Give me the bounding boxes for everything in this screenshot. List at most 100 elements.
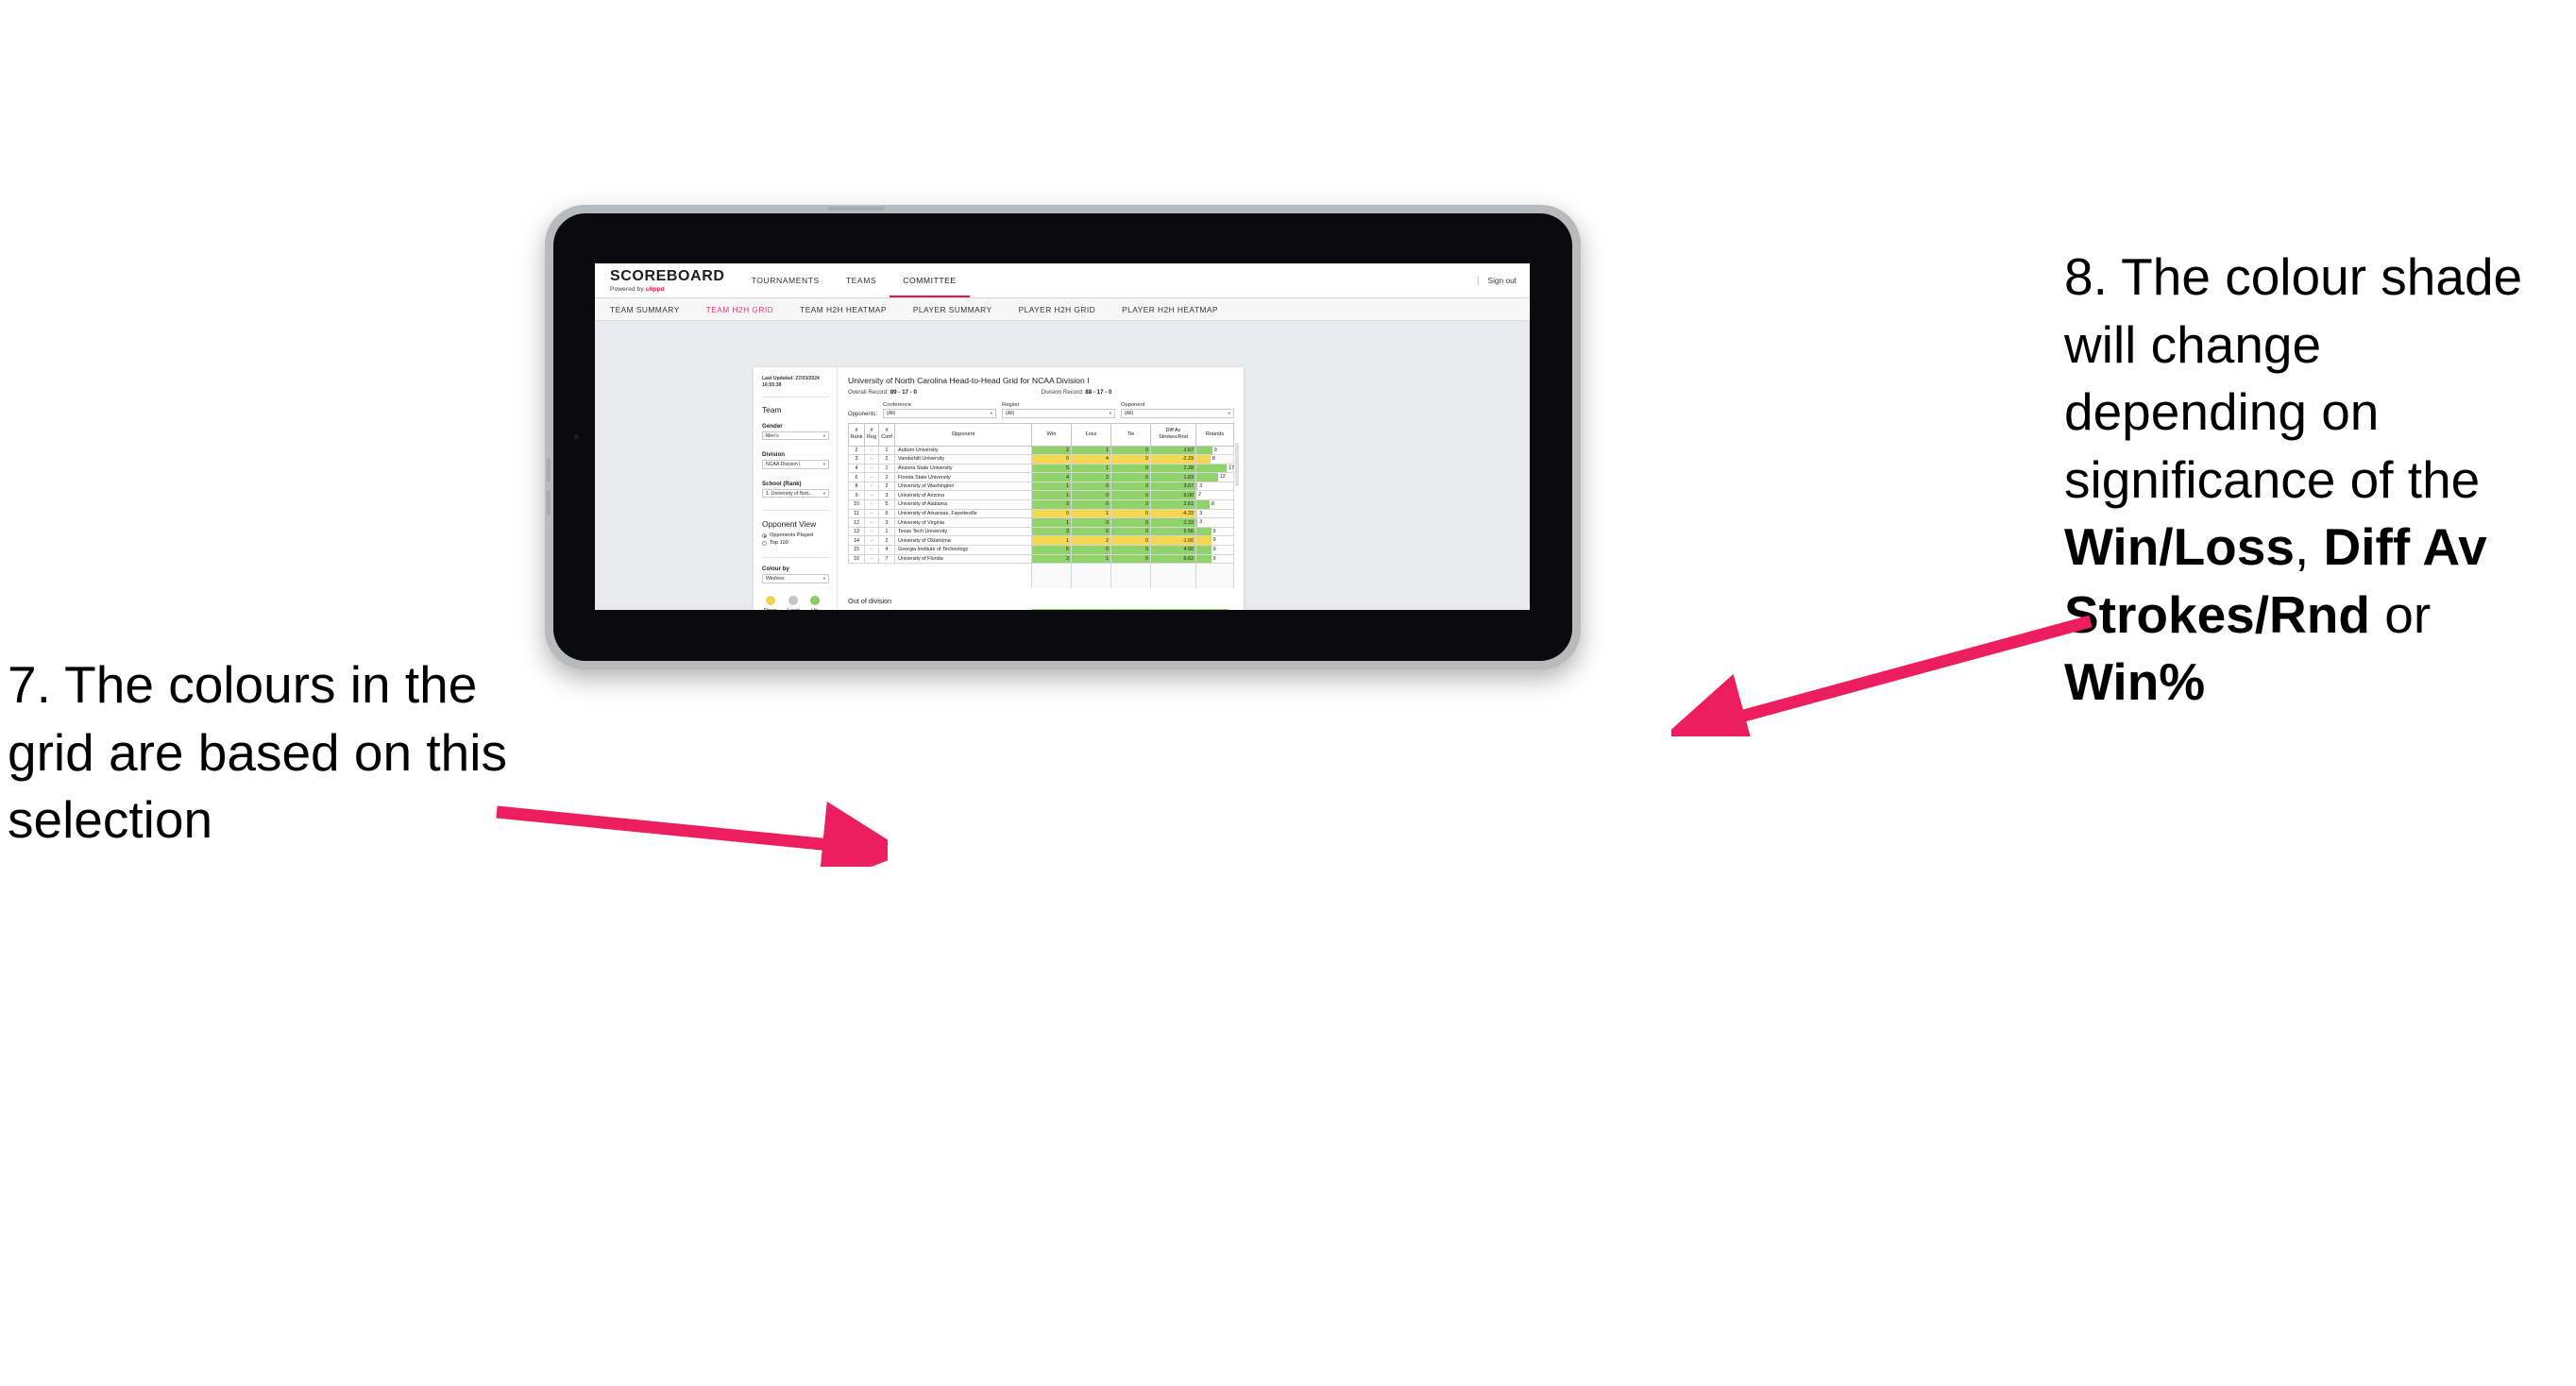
cell-rank: 16 <box>848 554 865 565</box>
col-tie[interactable]: Tie <box>1110 422 1151 447</box>
volume-button-2[interactable] <box>547 491 551 516</box>
region-filter: Region (All) ▾ <box>1002 402 1115 418</box>
ood-cell-diff: 26.00 <box>1150 608 1196 610</box>
conference-select[interactable]: (All) ▾ <box>883 409 997 418</box>
cell-rank: 14 <box>848 535 865 547</box>
region-select[interactable]: (All) ▾ <box>1002 409 1115 418</box>
cell-rank: 6 <box>848 472 865 482</box>
table-row[interactable]: 13-1 Texas Tech University 3 0 0 5.56 9 <box>848 527 1234 537</box>
colour-by-label: Colour by <box>762 566 789 573</box>
colour-legend: Down Level Up <box>762 595 829 610</box>
sub-nav-item-team-summary[interactable]: TEAM SUMMARY <box>610 305 694 314</box>
rounds-value: 3 <box>1199 482 1203 489</box>
col-loss[interactable]: Loss <box>1071 422 1111 447</box>
rounds-value: 9 <box>1213 447 1217 453</box>
cell-rounds: 3 <box>1195 482 1234 492</box>
blank-cell <box>1195 563 1234 588</box>
sub-nav-item-team-h2h-grid[interactable]: TEAM H2H GRID <box>706 305 788 314</box>
cell-loss: 2 <box>1071 535 1111 547</box>
cell-loss: 0 <box>1071 517 1111 528</box>
gender-select[interactable]: Men's ▾ <box>762 431 829 441</box>
cell-opponent: University of Virginia <box>894 517 1032 528</box>
col-diff[interactable]: Diff Av Strokes/Rnd <box>1150 422 1196 447</box>
brand-logo[interactable]: SCOREBOARD Powered by clippd <box>595 263 738 297</box>
col-rank[interactable]: # Rank <box>848 422 865 447</box>
radio-opponents-played[interactable]: Opponents Played <box>762 532 829 538</box>
cell-opponent: University of Arizona <box>894 490 1032 501</box>
cell-rank: 9 <box>848 490 865 501</box>
cell-win: 0 <box>1031 509 1072 519</box>
out-of-division-row[interactable]: NCAA Division II10026.003 <box>848 608 1234 611</box>
table-row[interactable]: 16-7 University of Florida 3 1 0 6.62 9 <box>848 554 1234 565</box>
col-conf-l1: # <box>885 428 889 434</box>
cell-conf: 2 <box>878 535 895 547</box>
out-of-division-body: NCAA Division II10026.003 <box>848 608 1234 611</box>
cell-conf: 6 <box>878 509 895 519</box>
table-row[interactable]: 12-3 University of Virginia 1 0 0 2.33 3 <box>848 517 1234 528</box>
rounds-bar <box>1196 446 1212 455</box>
top-nav-item-committee[interactable]: COMMITTEE <box>890 263 970 297</box>
cell-loss: 1 <box>1071 509 1111 519</box>
radio-top-100-label: Top 100 <box>770 540 788 547</box>
cell-opponent: University of Florida <box>894 554 1032 565</box>
colour-by-select[interactable]: Win/loss ▾ <box>762 574 829 583</box>
opponent-select[interactable]: (All) ▾ <box>1121 409 1234 418</box>
top-nav-item-teams[interactable]: TEAMS <box>833 263 890 297</box>
opponent-filter-label: Opponent <box>1121 402 1145 408</box>
table-row[interactable]: 6-2 Florida State University 4 2 0 1.83 12 <box>848 472 1234 482</box>
cell-tie: 0 <box>1110 464 1151 474</box>
sub-nav-item-team-h2h-heatmap[interactable]: TEAM H2H HEATMAP <box>800 305 901 314</box>
h2h-table-wrapper: # Rank # Reg # Conf Opponent Win Loss Tie D… <box>848 422 1239 588</box>
school-select[interactable]: 1. University of Nort... ▾ <box>762 488 829 499</box>
ood-cell-win: 1 <box>1031 608 1072 610</box>
blank-cell <box>848 563 865 588</box>
power-button[interactable] <box>828 207 885 211</box>
table-row[interactable]: 9-3 University of Arizona 1 0 0 9.00 2 <box>848 490 1234 501</box>
out-of-division-table: NCAA Division II10026.003 <box>848 608 1234 611</box>
annotation-right-sep1: , <box>2294 517 2324 576</box>
overall-record-value: 89 - 17 - 0 <box>890 389 917 396</box>
cell-tie: 0 <box>1110 499 1151 510</box>
blank-cell <box>894 563 1032 588</box>
vertical-scrollbar[interactable] <box>1235 442 1239 486</box>
sub-nav-item-player-summary[interactable]: PLAYER SUMMARY <box>913 305 1007 314</box>
table-row[interactable]: 15-4 Georgia Institute of Technology 5 0 0 4.… <box>848 545 1234 555</box>
sub-nav-item-player-h2h-grid[interactable]: PLAYER H2H GRID <box>1019 305 1110 314</box>
cell-diff: 1.83 <box>1150 472 1196 482</box>
volume-button[interactable] <box>547 458 551 482</box>
team-heading: Team <box>762 404 782 414</box>
table-row[interactable]: 3-2 Vanderbilt University 0 4 0 -2.29 8 <box>848 454 1234 465</box>
cell-win: 5 <box>1031 464 1072 474</box>
table-row[interactable]: 4-1 Arizona State University 5 1 0 2.28 17 <box>848 464 1234 474</box>
col-conf[interactable]: # Conf <box>878 422 895 447</box>
col-opponent[interactable]: Opponent <box>894 422 1032 447</box>
dashboard-main: University of North Carolina Head-to-Hea… <box>838 367 1244 610</box>
chevron-down-icon: ▾ <box>822 576 825 581</box>
colour-by-value: Win/loss <box>766 576 785 582</box>
division-select[interactable]: NCAA Division I ▾ <box>762 460 829 469</box>
table-row[interactable]: 14-2 University of Oklahoma 1 2 0 -1.00 9 <box>848 535 1234 547</box>
table-row[interactable]: 8-2 University of Washington 1 0 0 3.67 3 <box>848 482 1234 492</box>
cell-diff: 6.62 <box>1150 554 1196 565</box>
radio-top-100[interactable]: Top 100 <box>762 540 829 546</box>
sign-out-link[interactable]: Sign out <box>1488 276 1517 285</box>
cell-win: 0 <box>1031 454 1072 465</box>
table-row[interactable]: 11-6 University of Arkansas, Fayetteville… <box>848 509 1234 519</box>
table-row[interactable]: 2-1 Auburn University 2 1 0 1.67 9 <box>848 446 1234 456</box>
cell-opponent: Georgia Institute of Technology <box>894 545 1032 555</box>
cell-loss: 2 <box>1071 472 1111 482</box>
col-win[interactable]: Win <box>1031 422 1072 447</box>
col-rounds[interactable]: Rounds <box>1195 422 1234 447</box>
top-nav-item-tournaments[interactable]: TOURNAMENTS <box>738 263 833 297</box>
ood-cell-loss: 0 <box>1071 608 1111 610</box>
sub-nav-item-player-h2h-heatmap[interactable]: PLAYER H2H HEATMAP <box>1122 305 1232 314</box>
division-record: Division Record: 88 - 17 - 0 <box>1042 389 1235 396</box>
school-value: 1. University of Nort... <box>766 490 813 497</box>
rounds-value: 3 <box>1229 609 1233 611</box>
table-row[interactable]: 10-5 University of Alabama 3 0 0 2.61 8 <box>848 499 1234 510</box>
cell-conf: 2 <box>878 454 895 465</box>
cell-opponent: Florida State University <box>894 472 1032 482</box>
col-reg[interactable]: # Reg <box>864 422 879 447</box>
cell-reg: - <box>864 464 879 474</box>
cell-opponent: Arizona State University <box>894 464 1032 474</box>
